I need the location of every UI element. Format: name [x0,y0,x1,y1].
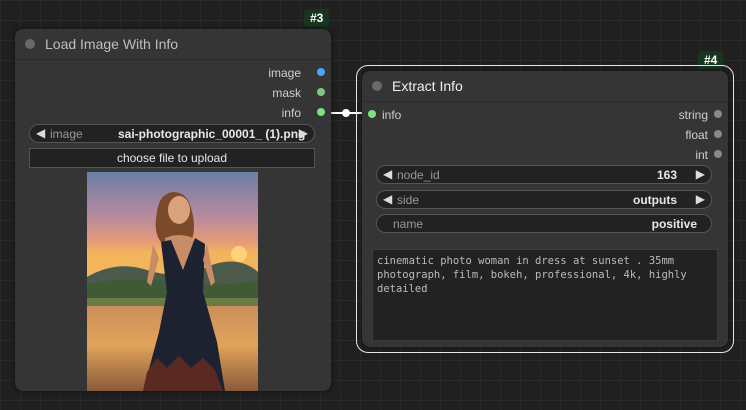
node-title: Extract Info [392,78,463,94]
left-arrow-icon[interactable]: ◀ [383,167,392,181]
left-arrow-icon[interactable]: ◀ [383,192,392,206]
node-title: Load Image With Info [45,36,179,52]
output-slot-int-icon[interactable] [714,150,722,158]
left-arrow-icon[interactable]: ◀ [36,126,45,140]
load-image-node[interactable]: Load Image With Info image mask info ◀ i… [15,29,331,391]
image-combo-widget[interactable]: ◀ image sai-photographic_00001_ (1).png … [29,124,315,143]
collapse-dot-icon[interactable] [372,81,382,91]
link-midpoint [342,109,350,117]
widget-label: node_id [397,168,440,182]
output-label: image [268,66,301,80]
name-text-widget[interactable]: name positive [376,214,712,233]
image-preview [87,172,258,391]
right-arrow-icon[interactable]: ▶ [299,126,308,140]
widget-value: positive [651,217,697,231]
output-label: string [678,108,708,122]
node-header[interactable]: Extract Info [362,71,728,102]
collapse-dot-icon[interactable] [25,39,35,49]
input-info[interactable]: info [382,108,401,126]
input-slot-info-icon[interactable] [368,110,376,118]
widget-label: image [50,127,83,141]
output-float[interactable]: float [685,128,708,146]
right-arrow-icon[interactable]: ▶ [696,167,705,181]
node-id-badge: #3 [304,9,330,27]
output-slot-info-icon[interactable] [317,108,325,116]
extract-info-node[interactable]: Extract Info info string float int ◀ nod… [362,71,728,347]
widget-value: 163 [656,168,677,182]
output-slot-image-icon[interactable] [317,68,325,76]
output-info[interactable]: info [282,106,301,124]
output-label: int [695,148,708,162]
output-label: mask [272,86,301,100]
output-text-area[interactable]: cinematic photo woman in dress at sunset… [372,249,718,341]
output-image[interactable]: image [268,66,301,84]
output-slot-string-icon[interactable] [714,110,722,118]
upload-button[interactable]: choose file to upload [29,148,315,168]
widget-label: side [397,193,420,207]
output-string[interactable]: string [679,108,708,126]
widget-value: sai-photographic_00001_ (1).png [118,127,306,141]
widget-label: name [393,217,424,231]
input-label: info [382,108,402,122]
node-id-number-widget[interactable]: ◀ node_id 163 ▶ [376,165,712,184]
side-combo-widget[interactable]: ◀ side outputs ▶ [376,190,712,209]
right-arrow-icon[interactable]: ▶ [696,192,705,206]
output-slot-float-icon[interactable] [714,130,722,138]
output-int[interactable]: int [695,148,708,166]
widget-value: outputs [633,193,677,207]
output-mask[interactable]: mask [272,86,301,104]
node-header[interactable]: Load Image With Info [15,29,331,60]
output-slot-mask-icon[interactable] [317,88,325,96]
output-label: float [685,128,708,142]
output-label: info [281,106,301,120]
